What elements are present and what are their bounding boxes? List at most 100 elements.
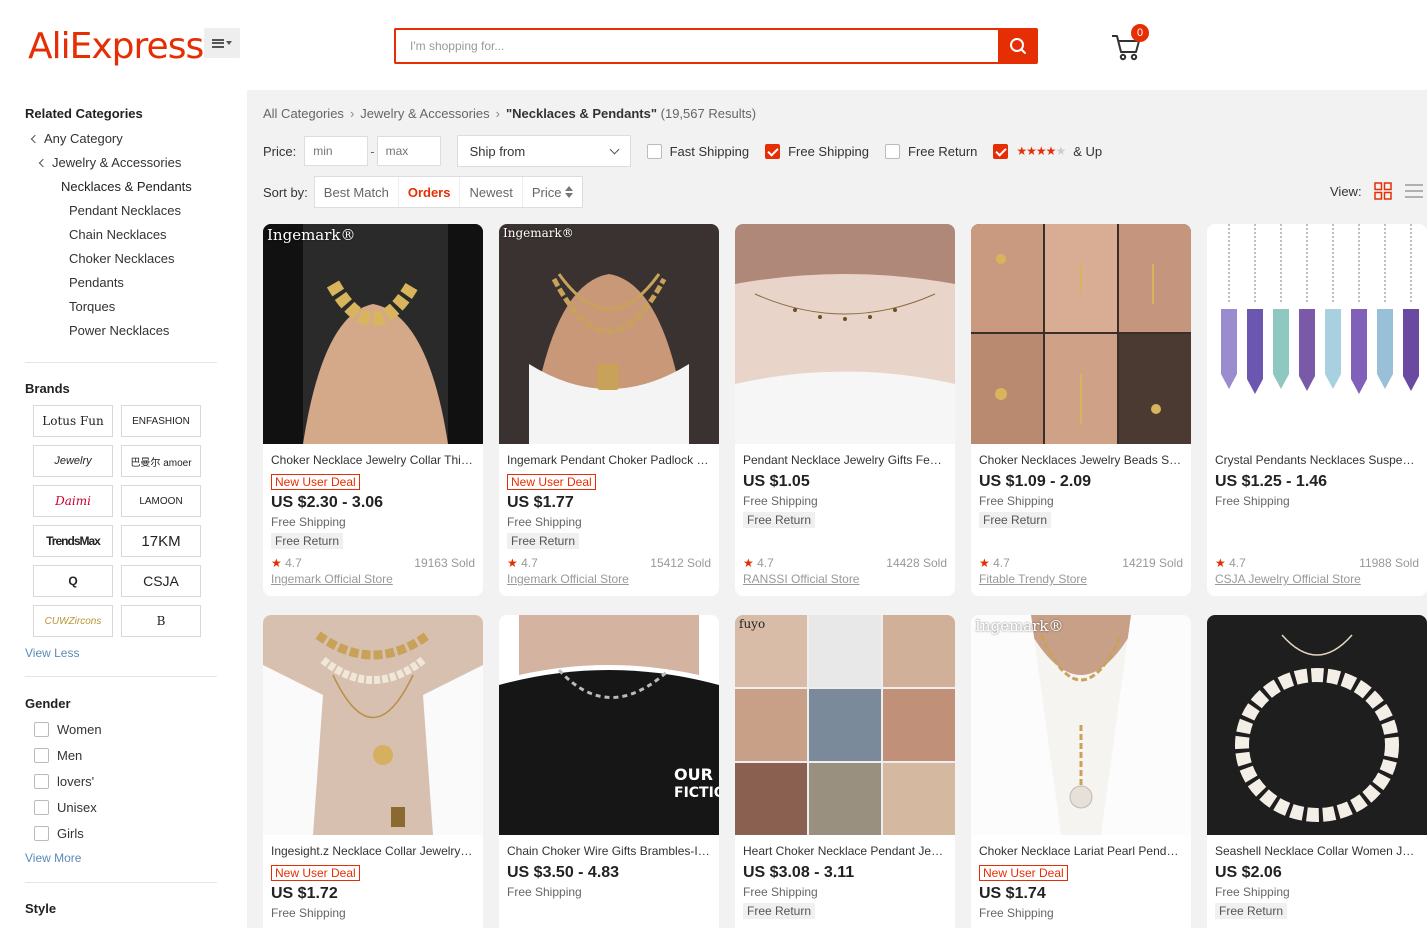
- product-card[interactable]: Ingesight.z Necklace Collar Jewelry Coin…: [263, 615, 483, 928]
- aliexpress-logo[interactable]: AliExpress™: [28, 26, 212, 67]
- category-pendant-necklaces[interactable]: Pendant Necklaces: [69, 203, 181, 218]
- free-shipping-filter[interactable]: Free Shipping: [765, 143, 869, 159]
- product-card[interactable]: Crystal Pendants Necklaces Suspension...…: [1207, 224, 1427, 596]
- product-card[interactable]: Ingemark® Choker Necklace Jewelry Collar…: [263, 224, 483, 596]
- product-card[interactable]: OURFICTION Chain Choker Wire Gifts Bramb…: [499, 615, 719, 928]
- checkbox[interactable]: [646, 143, 662, 159]
- store-link[interactable]: Ingemark Official Store: [507, 572, 629, 586]
- product-image[interactable]: Ingemark®: [499, 224, 719, 444]
- store-link[interactable]: CSJA Jewelry Official Store: [1215, 572, 1361, 586]
- search-button[interactable]: [998, 28, 1038, 64]
- gender-men[interactable]: Men: [34, 748, 82, 763]
- product-image[interactable]: [971, 224, 1191, 444]
- product-image[interactable]: fuyo: [735, 615, 955, 835]
- brand-csja[interactable]: CSJA: [121, 565, 201, 597]
- category-menu-button[interactable]: [204, 28, 240, 58]
- checkbox[interactable]: [885, 143, 901, 159]
- product-image[interactable]: [263, 615, 483, 835]
- product-title[interactable]: Choker Necklaces Jewelry Beads Star...: [979, 452, 1183, 468]
- search-input[interactable]: [394, 28, 998, 64]
- brand-daimi[interactable]: Daimi: [33, 485, 113, 517]
- sort-price[interactable]: Price: [523, 177, 583, 207]
- brand-lotus-fun[interactable]: Lotus Fun: [33, 405, 113, 437]
- product-image[interactable]: Ingemark®: [971, 615, 1191, 835]
- view-more-link[interactable]: View More: [25, 851, 81, 865]
- breadcrumb-jewelry[interactable]: Jewelry & Accessories: [360, 106, 489, 121]
- product-title[interactable]: Heart Choker Necklace Pendant Jewelry: [743, 843, 947, 859]
- gender-girls[interactable]: Girls: [34, 826, 84, 841]
- price-dash: -: [370, 143, 375, 159]
- grid-view-icon[interactable]: [1373, 182, 1392, 200]
- product-card[interactable]: fuyo Heart Choker Necklace Pendant Jewel…: [735, 615, 955, 928]
- category-necklaces-pendants[interactable]: Necklaces & Pendants: [61, 179, 192, 194]
- product-image[interactable]: [735, 224, 955, 444]
- product-card[interactable]: Ingemark® Choker Necklace Lariat Pearl P…: [971, 615, 1191, 928]
- category-pendants[interactable]: Pendants: [69, 275, 124, 290]
- divider: [25, 362, 217, 363]
- checkbox[interactable]: [34, 748, 49, 763]
- checkbox-checked[interactable]: [993, 143, 1009, 159]
- product-card[interactable]: Seashell Necklace Collar Women Jewelry U…: [1207, 615, 1427, 928]
- brand-17km[interactable]: 17KM: [121, 525, 201, 557]
- product-title[interactable]: Choker Necklace Lariat Pearl Pendant...: [979, 843, 1183, 859]
- product-image[interactable]: OURFICTION: [499, 615, 719, 835]
- product-card[interactable]: Choker Necklaces Jewelry Beads Star... U…: [971, 224, 1191, 596]
- product-image[interactable]: [1207, 224, 1427, 444]
- brand-enfashion[interactable]: ENFASHION: [121, 405, 201, 437]
- brand-trendsmax[interactable]: TrendsMax: [33, 525, 113, 557]
- product-image[interactable]: Ingemark®: [263, 224, 483, 444]
- category-torques[interactable]: Torques: [69, 299, 115, 314]
- checkbox[interactable]: [34, 722, 49, 737]
- sort-best-match[interactable]: Best Match: [315, 177, 399, 207]
- product-title[interactable]: Choker Necklace Jewelry Collar Thick...: [271, 452, 475, 468]
- checkbox[interactable]: [34, 800, 49, 815]
- product-card[interactable]: Pendant Necklace Jewelry Gifts Female...…: [735, 224, 955, 596]
- sort-orders[interactable]: Orders: [399, 177, 461, 207]
- brand-lamoon[interactable]: LAMOON: [121, 485, 201, 517]
- style-title: Style: [25, 901, 57, 916]
- product-title[interactable]: Pendant Necklace Jewelry Gifts Female...: [743, 452, 947, 468]
- checkbox[interactable]: [34, 774, 49, 789]
- product-title[interactable]: Ingemark Pendant Choker Padlock Necklace: [507, 452, 711, 468]
- product-title[interactable]: Crystal Pendants Necklaces Suspension...: [1215, 452, 1419, 468]
- category-any[interactable]: Any Category: [30, 131, 123, 146]
- free-return-badge: Free Return: [507, 533, 580, 549]
- gender-lovers[interactable]: lovers': [34, 774, 94, 789]
- ship-from-select[interactable]: Ship from: [456, 135, 631, 167]
- brand-jewelry[interactable]: Jewelry: [33, 445, 113, 477]
- gender-women[interactable]: Women: [34, 722, 102, 737]
- free-return-filter[interactable]: Free Return: [885, 143, 977, 159]
- brand-amoer[interactable]: 巴曼尔 amoer: [121, 445, 201, 477]
- cart-count-badge: 0: [1131, 24, 1149, 42]
- price-max-input[interactable]: [376, 136, 441, 166]
- category-power-necklaces[interactable]: Power Necklaces: [69, 323, 169, 338]
- checkbox[interactable]: [34, 826, 49, 841]
- fast-shipping-filter[interactable]: Fast Shipping: [646, 143, 749, 159]
- view-less-link[interactable]: View Less: [25, 646, 79, 660]
- breadcrumb-all-categories[interactable]: All Categories: [263, 106, 344, 121]
- store-link[interactable]: Ingemark Official Store: [271, 572, 393, 586]
- product-title[interactable]: Seashell Necklace Collar Women Jewelry: [1215, 843, 1419, 859]
- product-card[interactable]: Ingemark® Ingemark Pendant Choker Padloc…: [499, 224, 719, 596]
- category-chain-necklaces[interactable]: Chain Necklaces: [69, 227, 167, 242]
- product-title[interactable]: Ingesight.z Necklace Collar Jewelry Coin: [271, 843, 475, 859]
- category-choker-necklaces[interactable]: Choker Necklaces: [69, 251, 175, 266]
- cart-button[interactable]: 0: [1110, 24, 1149, 62]
- store-link[interactable]: Fitable Trendy Store: [979, 572, 1087, 586]
- store-link[interactable]: RANSSI Official Store: [743, 572, 859, 586]
- product-title[interactable]: Chain Choker Wire Gifts Brambles-Iron...: [507, 843, 711, 859]
- product-image[interactable]: [1207, 615, 1427, 835]
- product-rating: ★ 4.7: [271, 556, 302, 570]
- brand-cuwzircons[interactable]: CUWZircons: [33, 605, 113, 637]
- brand-b-logo[interactable]: B: [121, 605, 201, 637]
- rating-filter[interactable]: ★★★★★ & Up: [993, 143, 1102, 159]
- list-view-icon[interactable]: [1404, 182, 1424, 200]
- category-jewelry-accessories[interactable]: Jewelry & Accessories: [38, 155, 181, 170]
- gender-unisex[interactable]: Unisex: [34, 800, 97, 815]
- sold-count: 14219 Sold: [1122, 556, 1183, 570]
- price-min-input[interactable]: [304, 136, 369, 166]
- checkbox-checked[interactable]: [765, 143, 781, 159]
- sort-newest[interactable]: Newest: [460, 177, 523, 207]
- brand-q-logo[interactable]: Q: [33, 565, 113, 597]
- chevron-left-icon: [30, 134, 40, 144]
